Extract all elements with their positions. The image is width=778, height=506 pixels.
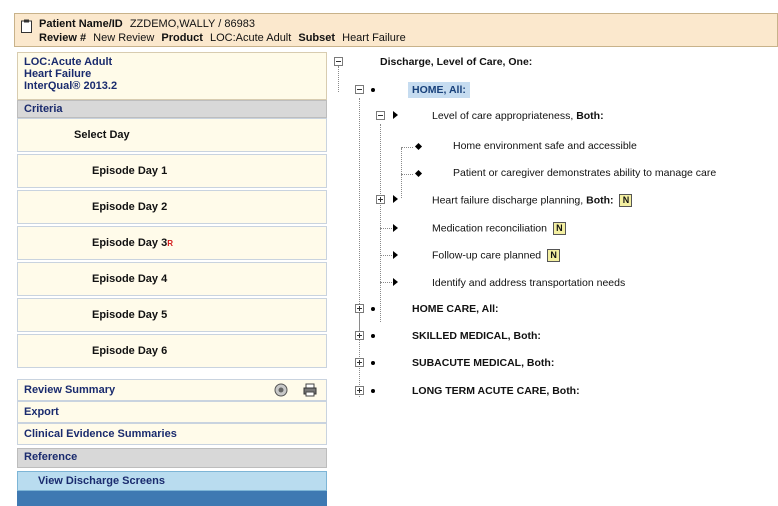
bullet-icon <box>371 361 375 365</box>
arrow-icon <box>393 195 398 203</box>
episode-day-item[interactable]: Episode Day 4 <box>17 262 327 296</box>
review-summary-label: Review Summary <box>24 384 116 396</box>
transportation-node[interactable]: Identify and address transportation need… <box>432 277 625 289</box>
note-icon[interactable]: N <box>619 194 633 207</box>
tree-root-label: Discharge, Level of Care, One: <box>380 56 533 68</box>
arrow-icon <box>393 224 398 232</box>
episode-day-item[interactable]: Episode Day 2 <box>17 190 327 224</box>
subset-value: Heart Failure <box>342 32 406 44</box>
expand-toggle[interactable] <box>355 304 364 313</box>
review-label: Review # <box>39 32 87 44</box>
select-day-label: Select Day <box>74 129 130 141</box>
patient-caregiver-node[interactable]: Patient or caregiver demonstrates abilit… <box>453 167 716 179</box>
product-value: LOC:Acute Adult <box>209 32 292 44</box>
expand-toggle[interactable] <box>376 195 385 204</box>
loc-appropriateness-qualifier: Both: <box>576 110 604 122</box>
tree-connector <box>359 307 360 397</box>
subset-label: Subset <box>298 32 336 44</box>
review-summary-item[interactable]: Review Summary <box>17 379 327 401</box>
hf-discharge-planning-qualifier: Both: <box>586 194 614 207</box>
episode-day-item[interactable]: Episode Day 6 <box>17 334 327 368</box>
subacute-medical-node[interactable]: SUBACUTE MEDICAL, Both: <box>412 357 554 369</box>
patient-header: Patient Name/ID ZZDEMO,WALLY / 86983 Rev… <box>14 13 778 47</box>
clinical-evidence-item[interactable]: Clinical Evidence Summaries <box>17 423 327 445</box>
bullet-icon <box>371 88 375 92</box>
diamond-bullet-icon <box>414 169 423 178</box>
note-icon[interactable]: N <box>552 222 566 235</box>
home-care-node[interactable]: HOME CARE, All: <box>412 303 499 315</box>
loc-version: InterQual® 2013.2 <box>24 80 118 92</box>
home-environment-node[interactable]: Home environment safe and accessible <box>453 140 637 152</box>
collapse-toggle[interactable] <box>355 85 364 94</box>
tree-connector <box>401 148 402 198</box>
episode-day-item[interactable]: Episode Day 1 <box>17 154 327 188</box>
loc-appropriateness-node[interactable]: Level of care appropriateness, Both: <box>432 110 604 122</box>
panel-footer-bar <box>17 491 327 506</box>
tree-connector <box>380 282 392 283</box>
print-icon[interactable] <box>303 383 317 397</box>
episode-day-label: Episode Day 2 <box>92 201 168 213</box>
episode-day-label: Episode Day 4 <box>92 273 168 285</box>
export-item[interactable]: Export <box>17 401 327 423</box>
clipboard-icon <box>21 19 32 33</box>
ltac-node[interactable]: LONG TERM ACUTE CARE, Both: <box>412 385 580 397</box>
arrow-icon <box>393 251 398 259</box>
clinical-evidence-label: Clinical Evidence Summaries <box>24 428 177 440</box>
loc-appropriateness-label: Level of care appropriateness, <box>432 110 574 122</box>
bullet-icon <box>371 334 375 338</box>
settings-icon[interactable] <box>274 383 288 397</box>
hf-discharge-planning-node[interactable]: Heart failure discharge planning, Both: … <box>432 194 633 207</box>
episode-day-label: Episode Day 5 <box>92 309 168 321</box>
left-navigation-panel: LOC:Acute Adult Heart Failure InterQual®… <box>17 52 327 506</box>
loc-info-box: LOC:Acute Adult Heart Failure InterQual®… <box>17 52 327 100</box>
arrow-icon <box>393 278 398 286</box>
patient-value: ZZDEMO,WALLY / 86983 <box>129 18 255 30</box>
tree-connector <box>401 174 413 175</box>
followup-care-node[interactable]: Follow-up care planned N <box>432 249 561 262</box>
loc-subset: Heart Failure <box>24 68 92 80</box>
reviewed-marker: R <box>167 238 173 248</box>
collapse-toggle[interactable] <box>334 57 343 66</box>
review-line: Review # New Review Product LOC:Acute Ad… <box>39 32 410 44</box>
criteria-header[interactable]: Criteria <box>17 100 327 118</box>
tree-connector <box>401 147 413 148</box>
collapse-toggle[interactable] <box>376 111 385 120</box>
criteria-tree: Discharge, Level of Care, One: HOME, All… <box>330 52 778 506</box>
medication-reconciliation-node[interactable]: Medication reconciliation N <box>432 222 566 235</box>
episode-day-label: Episode Day 1 <box>92 165 168 177</box>
loc-product: LOC:Acute Adult <box>24 56 113 68</box>
diamond-bullet-icon <box>414 142 423 151</box>
view-discharge-screens-item[interactable]: View Discharge Screens <box>17 471 327 491</box>
patient-line: Patient Name/ID ZZDEMO,WALLY / 86983 <box>39 18 259 30</box>
patient-label: Patient Name/ID <box>39 18 123 30</box>
episode-day-label: Episode Day 6 <box>92 345 168 357</box>
bullet-icon <box>371 307 375 311</box>
arrow-icon <box>393 111 398 119</box>
medication-reconciliation-label: Medication reconciliation <box>432 222 547 235</box>
tree-connector <box>380 228 392 229</box>
product-label: Product <box>161 32 203 44</box>
episode-day-label: Episode Day 3 <box>92 237 168 249</box>
expand-toggle[interactable] <box>355 358 364 367</box>
episode-day-item[interactable]: Episode Day 3R <box>17 226 327 260</box>
skilled-medical-node[interactable]: SKILLED MEDICAL, Both: <box>412 330 541 342</box>
expand-toggle[interactable] <box>355 331 364 340</box>
hf-discharge-planning-label: Heart failure discharge planning, <box>432 194 584 207</box>
tree-connector <box>359 98 360 332</box>
review-value: New Review <box>93 32 155 44</box>
expand-toggle[interactable] <box>355 386 364 395</box>
followup-care-label: Follow-up care planned <box>432 249 542 262</box>
note-icon[interactable]: N <box>547 249 561 262</box>
tree-connector <box>380 124 381 322</box>
export-label: Export <box>24 406 59 418</box>
reference-header[interactable]: Reference <box>17 448 327 468</box>
bullet-icon <box>371 389 375 393</box>
select-day-item[interactable]: Select Day <box>17 118 327 152</box>
episode-day-item[interactable]: Episode Day 5 <box>17 298 327 332</box>
home-all-node[interactable]: HOME, All: <box>408 82 470 98</box>
tree-connector <box>380 255 392 256</box>
tree-connector <box>338 66 339 92</box>
